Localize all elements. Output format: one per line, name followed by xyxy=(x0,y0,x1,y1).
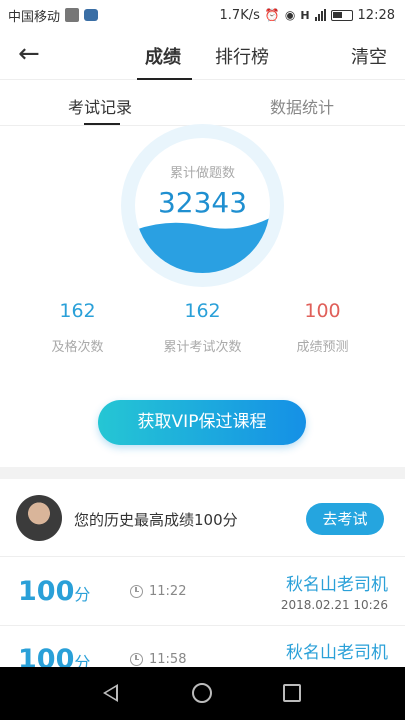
tab-score[interactable]: 成绩 xyxy=(145,43,181,69)
stat-score-prediction: 100 成绩预测 xyxy=(255,300,390,355)
tab-data-statistics[interactable]: 数据统计 xyxy=(270,94,334,118)
tab-exam-records[interactable]: 考试记录 xyxy=(68,94,132,118)
active-subtab-indicator xyxy=(84,123,120,125)
sub-tab-bar: 考试记录 数据统计 xyxy=(0,80,405,126)
stat-label: 及格次数 xyxy=(51,340,104,355)
header-bar: ← 成绩 排行榜 清空 xyxy=(0,30,405,80)
record-title: 秋名山老司机 xyxy=(286,643,388,663)
record-title: 秋名山老司机 xyxy=(286,575,388,595)
back-arrow-icon[interactable]: ← xyxy=(18,40,48,70)
battery-icon xyxy=(330,9,353,21)
record-date: 2018.02.21 10:26 xyxy=(280,598,388,612)
stat-value: 162 xyxy=(184,300,221,322)
stat-label: 成绩预测 xyxy=(296,340,349,355)
total-questions-value: 32343 xyxy=(157,186,248,219)
total-questions-gauge: 累计做题数 32343 xyxy=(121,124,284,287)
notification-train-icon xyxy=(84,9,99,21)
score-number: 100 xyxy=(18,576,75,607)
alarm-icon: ⏰ xyxy=(264,8,280,22)
status-bar: 中国移动 1.7K/s ⏰ ◉ H 12:28 xyxy=(0,0,405,30)
stats-row: 162 及格次数 162 累计考试次数 100 成绩预测 xyxy=(0,300,405,360)
duration-text: 11:22 xyxy=(149,584,187,599)
system-nav-bar xyxy=(0,667,405,720)
system-home-icon[interactable] xyxy=(192,683,212,703)
get-vip-course-button[interactable]: 获取VIP保过课程 xyxy=(98,400,306,445)
notification-avatar-icon xyxy=(65,8,80,22)
record-duration: 11:22 xyxy=(130,584,186,599)
clock-icon xyxy=(130,585,143,598)
duration-text: 11:58 xyxy=(149,652,187,667)
eye-icon: ◉ xyxy=(284,8,296,22)
clock-icon xyxy=(130,653,143,666)
clear-button[interactable]: 清空 xyxy=(351,43,387,69)
stat-value: 162 xyxy=(59,300,96,322)
clock-time: 12:28 xyxy=(357,7,395,23)
record-score: 100分 xyxy=(18,576,90,607)
tab-leaderboard[interactable]: 排行榜 xyxy=(215,43,269,69)
stat-label: 累计考试次数 xyxy=(163,340,242,355)
network-speed: 1.7K/s xyxy=(219,7,260,23)
stat-exam-count: 162 累计考试次数 xyxy=(135,300,270,355)
total-questions-label: 累计做题数 xyxy=(169,166,235,181)
carrier-label: 中国移动 xyxy=(8,9,61,25)
best-score-row: 您的历史最高成绩100分 去考试 xyxy=(0,479,405,557)
exam-record-row[interactable]: 100分 11:22 秋名山老司机 2018.02.21 10:26 xyxy=(0,558,405,626)
section-divider xyxy=(0,467,405,479)
system-back-icon[interactable] xyxy=(103,684,118,702)
stat-pass-count: 162 及格次数 xyxy=(10,300,145,355)
signal-icon xyxy=(314,9,326,21)
best-score-text: 您的历史最高成绩100分 xyxy=(74,511,238,529)
network-type: H xyxy=(300,8,310,22)
take-exam-button[interactable]: 去考试 xyxy=(306,503,384,535)
avatar xyxy=(16,495,62,541)
system-recents-icon[interactable] xyxy=(283,684,301,702)
stat-value: 100 xyxy=(304,300,341,322)
score-unit: 分 xyxy=(74,585,91,604)
record-duration: 11:58 xyxy=(130,652,186,667)
